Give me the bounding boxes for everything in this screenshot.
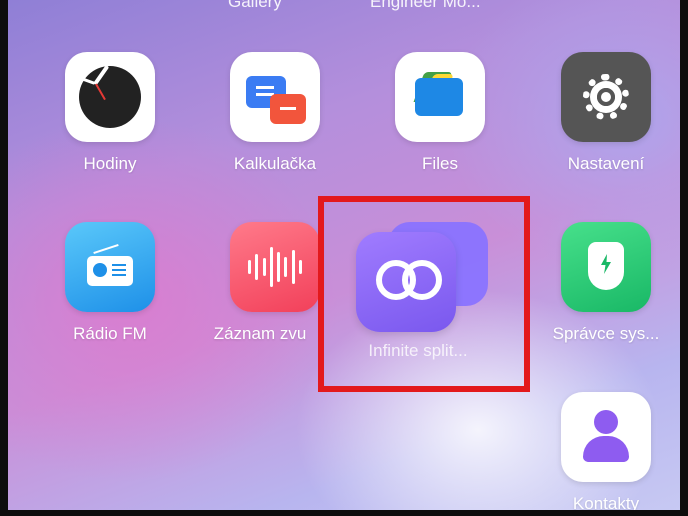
app-label: Kalkulačka <box>233 154 317 173</box>
app-contacts[interactable]: Kontakty <box>541 392 671 510</box>
screen-bezel-left <box>0 0 8 516</box>
settings-gear-icon <box>561 52 651 142</box>
partial-app-label: Engineer Mo... <box>370 0 481 11</box>
contacts-person-icon <box>561 392 651 482</box>
app-label: Hodiny <box>83 154 137 173</box>
app-files[interactable]: Files <box>375 52 505 174</box>
screen-bezel-right <box>680 0 688 516</box>
app-system-manager[interactable]: Správce sys... <box>541 222 671 344</box>
files-icon <box>395 52 485 142</box>
app-label: Kontakty <box>572 494 640 510</box>
calculator-icon <box>230 52 320 142</box>
app-clock[interactable]: Hodiny <box>45 52 175 174</box>
screen-bezel-bottom <box>0 510 688 516</box>
app-label: Správce sys... <box>552 324 660 343</box>
app-label: Files <box>422 154 458 173</box>
radio-icon <box>65 222 155 312</box>
app-calculator[interactable]: Kalkulačka <box>210 52 340 174</box>
app-label: Rádio FM <box>73 324 147 343</box>
app-label: Nastavení <box>567 154 645 173</box>
voice-recorder-icon <box>230 222 320 312</box>
app-radio-fm[interactable]: Rádio FM <box>45 222 175 344</box>
partial-app-label: Gallery <box>228 0 282 11</box>
app-settings[interactable]: Nastavení <box>541 52 671 174</box>
shield-bolt-icon <box>561 222 651 312</box>
app-label: Záznam zvu <box>213 324 307 343</box>
highlight-box <box>318 196 530 392</box>
clock-icon <box>65 52 155 142</box>
